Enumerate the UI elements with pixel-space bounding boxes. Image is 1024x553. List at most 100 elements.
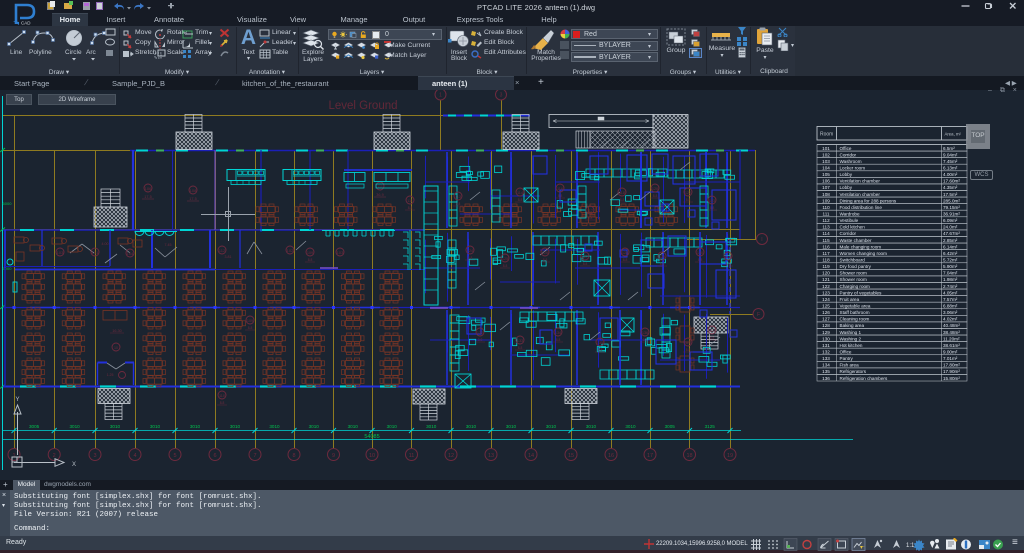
svg-text:3125: 3125 bbox=[705, 424, 716, 429]
svg-text:103: 103 bbox=[822, 159, 830, 164]
svg-text:38.61m²: 38.61m² bbox=[943, 343, 960, 348]
svg-text:110: 110 bbox=[822, 205, 830, 210]
svg-text:8.8: 8.8 bbox=[653, 194, 658, 198]
svg-text:Ventilation chamber: Ventilation chamber bbox=[840, 179, 881, 184]
svg-text:10: 10 bbox=[369, 453, 375, 459]
svg-text:1: 1 bbox=[12, 453, 15, 459]
svg-text:10: 10 bbox=[114, 346, 118, 350]
svg-text:102: 102 bbox=[822, 152, 830, 157]
svg-text:118: 118 bbox=[822, 257, 830, 262]
svg-text:Shower room: Shower room bbox=[840, 271, 867, 276]
svg-text:17.5: 17.5 bbox=[189, 197, 196, 201]
svg-text:I: I bbox=[761, 237, 762, 243]
svg-text:Pantry of vegetables: Pantry of vegetables bbox=[840, 290, 883, 295]
svg-text:Polyline: Polyline bbox=[29, 49, 52, 56]
svg-text:Circle: Circle bbox=[65, 49, 82, 56]
svg-text:5.72m²: 5.72m² bbox=[943, 257, 958, 262]
svg-text:104: 104 bbox=[822, 166, 830, 171]
svg-text:110: 110 bbox=[219, 394, 225, 398]
svg-text:17: 17 bbox=[647, 453, 653, 459]
svg-text:9.00m²: 9.00m² bbox=[943, 349, 958, 354]
svg-text:8.8: 8.8 bbox=[248, 326, 253, 330]
svg-text:Dining area for 288 persons: Dining area for 288 persons bbox=[840, 198, 897, 203]
svg-text:119: 119 bbox=[709, 329, 715, 333]
svg-text:16.30: 16.30 bbox=[112, 329, 122, 333]
svg-text:128: 128 bbox=[822, 323, 830, 328]
svg-text:3.06m²: 3.06m² bbox=[943, 310, 958, 315]
svg-text:136: 136 bbox=[642, 331, 648, 335]
svg-text:3010: 3010 bbox=[466, 424, 477, 429]
svg-text:19: 19 bbox=[727, 453, 733, 459]
svg-text:Refrigerators: Refrigerators bbox=[840, 369, 867, 374]
svg-text:7: 7 bbox=[253, 453, 256, 459]
svg-text:112: 112 bbox=[822, 218, 830, 223]
svg-text:106: 106 bbox=[822, 179, 830, 184]
svg-text:4.35m²: 4.35m² bbox=[943, 185, 958, 190]
svg-text:Office: Office bbox=[840, 146, 852, 151]
svg-text:122: 122 bbox=[822, 284, 830, 289]
svg-text:134: 134 bbox=[822, 363, 830, 368]
svg-text:8.8: 8.8 bbox=[558, 194, 563, 198]
svg-text:6.5m²: 6.5m² bbox=[943, 146, 955, 151]
svg-text:Level Ground: Level Ground bbox=[328, 100, 397, 112]
svg-text:117: 117 bbox=[822, 251, 830, 256]
svg-text:6.09m²: 6.09m² bbox=[943, 218, 958, 223]
svg-text:Male changing room: Male changing room bbox=[840, 244, 882, 249]
svg-text:111: 111 bbox=[407, 199, 413, 203]
svg-text:Dry food pantry: Dry food pantry bbox=[840, 264, 872, 269]
svg-text:Switchboard: Switchboard bbox=[840, 257, 866, 262]
svg-text:124: 124 bbox=[822, 297, 830, 302]
svg-text:Wardrobe: Wardrobe bbox=[840, 212, 860, 217]
svg-text:F: F bbox=[757, 312, 760, 318]
svg-text:38.48m²: 38.48m² bbox=[943, 330, 960, 335]
svg-text:Area, m²: Area, m² bbox=[945, 132, 962, 137]
svg-text:24.0m²: 24.0m² bbox=[943, 225, 958, 230]
svg-text:3010: 3010 bbox=[586, 424, 597, 429]
svg-text:Shower room: Shower room bbox=[840, 277, 867, 282]
svg-text:15: 15 bbox=[568, 453, 574, 459]
svg-text:Baking area: Baking area bbox=[840, 323, 865, 328]
svg-text:X: X bbox=[72, 462, 76, 468]
svg-text:5.90m²: 5.90m² bbox=[943, 264, 958, 269]
svg-text:109: 109 bbox=[247, 319, 253, 323]
svg-text:135: 135 bbox=[822, 369, 830, 374]
svg-text:9: 9 bbox=[332, 453, 335, 459]
svg-text:Vestibule: Vestibule bbox=[840, 218, 859, 223]
svg-text:3010: 3010 bbox=[69, 424, 80, 429]
svg-text:Locker room: Locker room bbox=[840, 166, 866, 171]
svg-text:111: 111 bbox=[823, 212, 830, 217]
svg-text:3010: 3010 bbox=[506, 424, 517, 429]
svg-text:Y: Y bbox=[15, 397, 19, 403]
svg-text:13: 13 bbox=[488, 453, 494, 459]
svg-text:3.81: 3.81 bbox=[225, 255, 232, 259]
svg-text:135: 135 bbox=[597, 341, 603, 345]
svg-text:3005: 3005 bbox=[665, 424, 676, 429]
svg-text:6.14m²: 6.14m² bbox=[943, 244, 958, 249]
svg-text:8.8: 8.8 bbox=[660, 262, 665, 266]
svg-text:5: 5 bbox=[173, 453, 176, 459]
svg-text:106: 106 bbox=[145, 186, 152, 191]
svg-text:7.01m²: 7.01m² bbox=[943, 356, 958, 361]
svg-text:14: 14 bbox=[528, 453, 534, 459]
svg-text:133: 133 bbox=[517, 339, 523, 343]
svg-text:Washing 2: Washing 2 bbox=[840, 336, 862, 341]
svg-text:8.8: 8.8 bbox=[456, 202, 461, 206]
svg-text:3010: 3010 bbox=[230, 424, 241, 429]
svg-text:6.42m²: 6.42m² bbox=[943, 251, 958, 256]
svg-text:6.13m²: 6.13m² bbox=[943, 166, 958, 171]
svg-text:127: 127 bbox=[582, 255, 588, 259]
svg-text:4.00: 4.00 bbox=[102, 242, 109, 246]
svg-text:116: 116 bbox=[557, 187, 563, 191]
svg-text:Fish area: Fish area bbox=[840, 363, 860, 368]
svg-text:117: 117 bbox=[587, 209, 593, 213]
svg-text:17.5: 17.5 bbox=[144, 195, 151, 199]
svg-text:36.91m²: 36.91m² bbox=[943, 212, 960, 217]
svg-text:108: 108 bbox=[822, 192, 830, 197]
svg-text:8.8: 8.8 bbox=[686, 198, 691, 202]
svg-text:3: 3 bbox=[93, 453, 96, 459]
svg-text:36.9: 36.9 bbox=[376, 193, 383, 197]
svg-text:11.20m²: 11.20m² bbox=[943, 336, 960, 341]
svg-text:Refrigeration chambers: Refrigeration chambers bbox=[840, 376, 888, 381]
svg-text:3010: 3010 bbox=[309, 424, 320, 429]
svg-text:Office: Office bbox=[840, 349, 852, 354]
